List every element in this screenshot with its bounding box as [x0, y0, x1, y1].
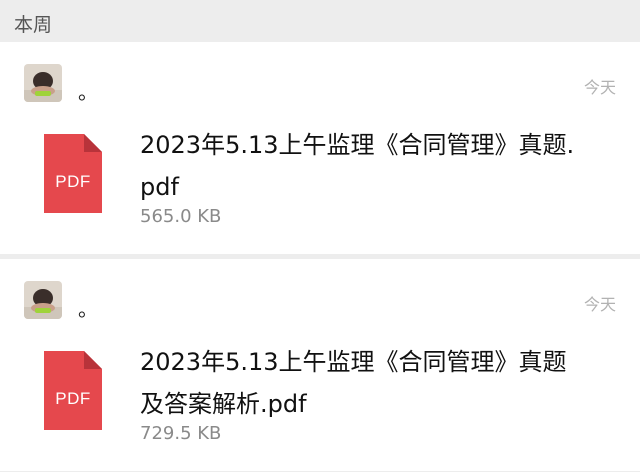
file-size: 729.5 KB	[140, 423, 222, 444]
file-name[interactable]: 2023年5.13上午监理《合同管理》真题及答案解析.pdf	[140, 341, 580, 425]
sender-name: 。	[78, 80, 98, 104]
avatar[interactable]	[24, 281, 62, 319]
file-message-item[interactable]: 。 今天 PDF 2023年5.13上午监理《合同管理》真题及答案解析.pdf …	[0, 259, 640, 471]
avatar[interactable]	[24, 64, 62, 102]
section-header: 本周	[0, 0, 640, 42]
avatar-image	[24, 281, 62, 319]
file-size: 565.0 KB	[140, 206, 222, 227]
message-time: 今天	[583, 78, 616, 97]
message-time: 今天	[583, 295, 616, 314]
pdf-icon-label: PDF	[55, 172, 91, 191]
avatar-image	[24, 64, 62, 102]
pdf-icon-label: PDF	[55, 389, 91, 408]
pdf-file-icon[interactable]: PDF	[44, 134, 102, 213]
pdf-file-icon[interactable]: PDF	[44, 351, 102, 430]
section-title: 本周	[14, 14, 53, 36]
file-message-item[interactable]: 。 今天 PDF 2023年5.13上午监理《合同管理》真题.pdf 565.0…	[0, 42, 640, 254]
sender-name: 。	[78, 297, 98, 321]
file-name[interactable]: 2023年5.13上午监理《合同管理》真题.pdf	[140, 124, 580, 208]
